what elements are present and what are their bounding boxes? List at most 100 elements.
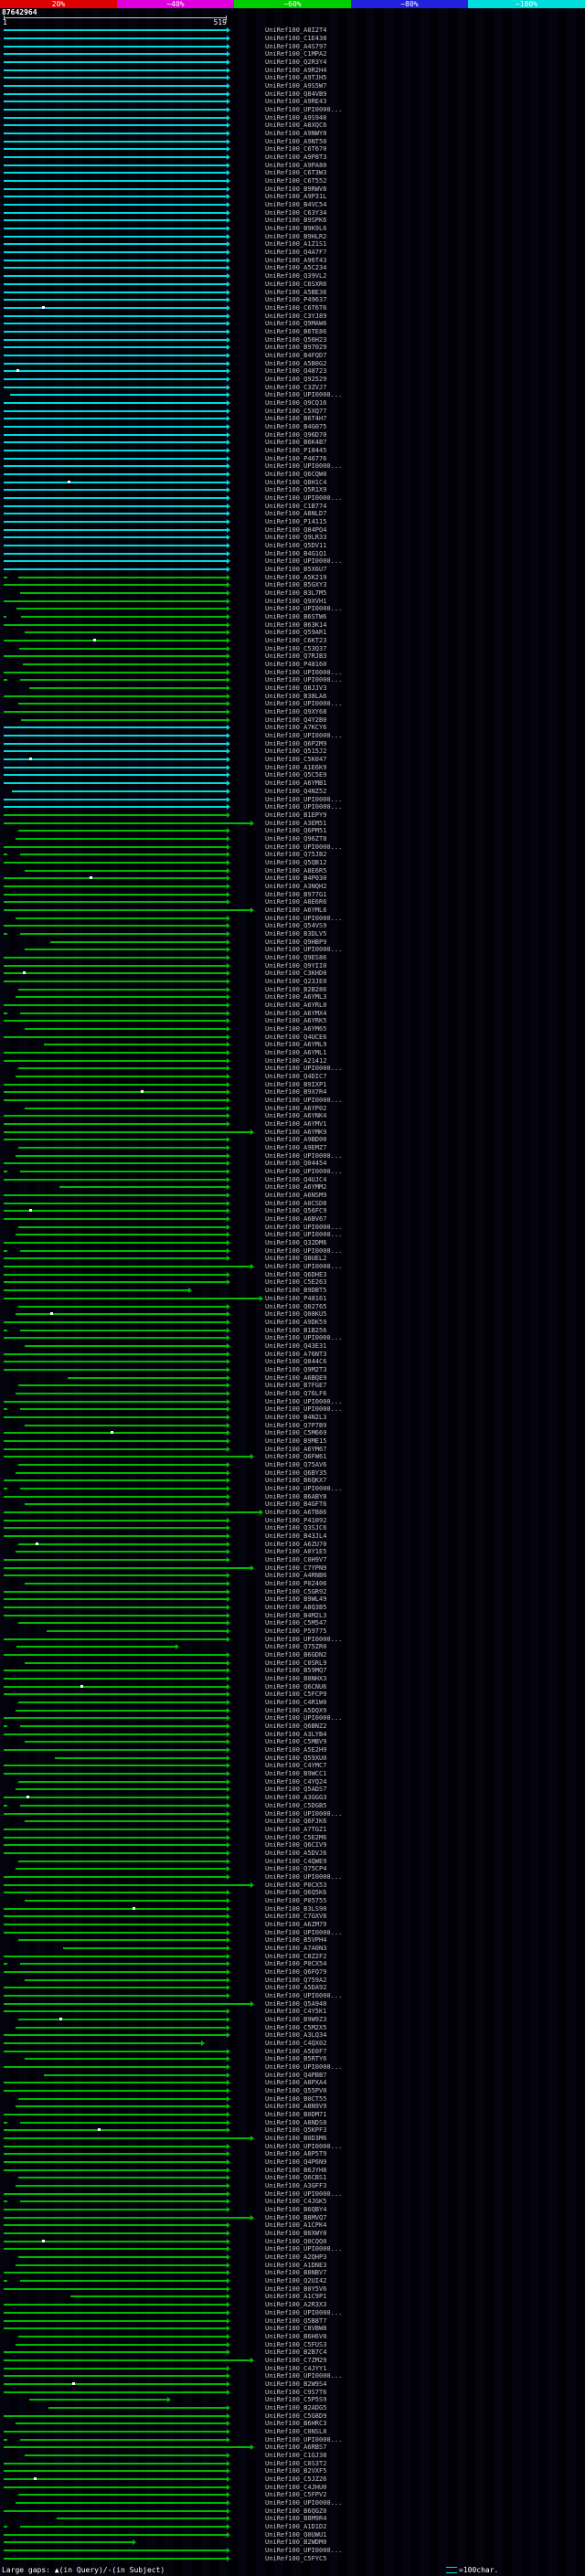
hit-label[interactable]: UniRef100_A6TB86: [265, 1509, 326, 1516]
hit-label[interactable]: UniRef100_Q6DHE3: [265, 1271, 326, 1278]
hit-bar[interactable]: [18, 2016, 230, 2022]
hit-bar[interactable]: [4, 1319, 230, 1325]
hit-bar[interactable]: [15, 1469, 231, 1476]
hit-bar[interactable]: [4, 186, 230, 192]
hit-bar[interactable]: [4, 249, 230, 256]
hit-label[interactable]: UniRef100_B977G1: [265, 891, 326, 898]
hit-label[interactable]: UniRef100_A9PA80: [265, 162, 326, 169]
hit-label[interactable]: UniRef100_B3LS90: [265, 1905, 326, 1913]
hit-bar[interactable]: [4, 748, 230, 755]
hit-bar[interactable]: [4, 36, 230, 41]
hit-label[interactable]: UniRef100_A9TJH5: [265, 74, 326, 81]
hit-label[interactable]: UniRef100_UPI0000...: [265, 1097, 342, 1104]
hit-bar[interactable]: [4, 1430, 230, 1436]
hit-bar[interactable]: [4, 1161, 230, 1167]
hit-bar[interactable]: [4, 321, 230, 327]
hit-label[interactable]: UniRef100_A9RE43: [265, 98, 326, 105]
hit-label[interactable]: UniRef100_B9IXP1: [265, 1081, 326, 1088]
hit-bar[interactable]: [4, 1676, 230, 1682]
hit-label[interactable]: UniRef100_C7ZM29: [265, 2357, 326, 2364]
hit-label[interactable]: UniRef100_UPI0000...: [265, 843, 342, 851]
hit-bar[interactable]: [20, 2278, 230, 2284]
hit-label[interactable]: UniRef100_UPI0000...: [265, 2372, 342, 2380]
hit-label[interactable]: UniRef100_A9R2H4: [265, 67, 326, 74]
hit-label[interactable]: UniRef100_UPI0000...: [265, 700, 342, 707]
hit-label[interactable]: UniRef100_A8E6R5: [265, 867, 326, 875]
hit-bar[interactable]: [4, 345, 230, 351]
hit-label[interactable]: UniRef100_B8MVQ7: [265, 2214, 326, 2221]
hit-label[interactable]: UniRef100_Q8H1C4: [265, 479, 326, 486]
hit-label[interactable]: UniRef100_B5GXY3: [265, 581, 326, 588]
hit-label[interactable]: UniRef100_P48161: [265, 1295, 326, 1302]
hit-label[interactable]: UniRef100_Q9ES86: [265, 954, 326, 961]
hit-bar[interactable]: [4, 2326, 230, 2332]
hit-bar[interactable]: [4, 970, 230, 977]
hit-label[interactable]: UniRef100_A5E2H9: [265, 1746, 326, 1754]
hit-bar[interactable]: [4, 384, 230, 390]
hit-bar[interactable]: [4, 1573, 230, 1579]
hit-label[interactable]: UniRef100_Q4PBB7: [265, 2072, 326, 2079]
hit-bar[interactable]: [4, 202, 230, 208]
hit-bar[interactable]: [4, 2032, 230, 2039]
hit-label[interactable]: UniRef100_B0DM71: [265, 2111, 326, 2118]
hit-label[interactable]: UniRef100_B4G1Q1: [265, 550, 326, 557]
hit-bar[interactable]: [4, 1968, 230, 1975]
hit-bar[interactable]: [4, 954, 230, 960]
hit-bar[interactable]: [4, 1279, 230, 1286]
hit-bar[interactable]: [15, 1390, 231, 1396]
hit-bar[interactable]: [4, 313, 230, 319]
hit-bar[interactable]: [20, 2199, 230, 2205]
hit-label[interactable]: UniRef100_B6TE86: [265, 328, 326, 335]
hit-bar[interactable]: [18, 2254, 230, 2261]
hit-bar[interactable]: [18, 1303, 230, 1309]
hit-label[interactable]: UniRef100_B6H6V0: [265, 2333, 326, 2340]
hit-bar[interactable]: [4, 1525, 230, 1532]
hit-bar[interactable]: [4, 503, 230, 509]
hit-label[interactable]: UniRef100_C63Y34: [265, 209, 326, 217]
hit-label[interactable]: UniRef100_B1B256: [265, 1327, 326, 1334]
hit-label[interactable]: UniRef100_UPI0000...: [265, 796, 342, 803]
hit-bar[interactable]: [4, 273, 230, 280]
hit-bar[interactable]: [4, 598, 230, 604]
hit-label[interactable]: UniRef100_A6ZM79: [265, 1921, 326, 1928]
hit-label[interactable]: UniRef100_A6YNK4: [265, 1112, 326, 1119]
hit-bar[interactable]: [25, 2452, 230, 2458]
hit-label[interactable]: UniRef100_Q6CBS1: [265, 2174, 326, 2181]
hit-bar[interactable]: [4, 1113, 230, 1119]
hit-bar[interactable]: [19, 645, 230, 652]
hit-bar[interactable]: [4, 1882, 255, 1888]
hit-label[interactable]: UniRef100_B6GDN2: [265, 1651, 326, 1659]
hit-label[interactable]: UniRef100_A6YM67: [265, 1446, 326, 1453]
hit-label[interactable]: UniRef100_P05755: [265, 1897, 326, 1904]
hit-label[interactable]: UniRef100_Q9LR33: [265, 534, 326, 541]
hit-bar[interactable]: [4, 764, 230, 770]
hit-bar[interactable]: [4, 1050, 230, 1055]
hit-bar[interactable]: [4, 962, 230, 969]
hit-label[interactable]: UniRef100_B5RTY6: [265, 2055, 326, 2062]
hit-bar[interactable]: [15, 2499, 231, 2506]
hit-bar[interactable]: [15, 2421, 231, 2427]
hit-bar[interactable]: [4, 2468, 230, 2475]
hit-label[interactable]: UniRef100_Q92529: [265, 376, 326, 383]
hit-label[interactable]: UniRef100_C1E438: [265, 35, 326, 42]
hit-label[interactable]: UniRef100_Q59XU0: [265, 1754, 326, 1762]
hit-bar[interactable]: [25, 1105, 230, 1111]
hit-label[interactable]: UniRef100_Q2UI42: [265, 2277, 326, 2284]
hit-label[interactable]: UniRef100_Q4UCE6: [265, 1034, 326, 1041]
hit-label[interactable]: UniRef100_P49637: [265, 296, 326, 303]
hit-bar[interactable]: [25, 2056, 230, 2062]
hit-bar[interactable]: [4, 725, 230, 731]
hit-bar[interactable]: [4, 1985, 230, 1991]
hit-label[interactable]: UniRef100_UPI0000...: [265, 676, 342, 684]
hit-bar[interactable]: [4, 1795, 230, 1801]
hit-bar[interactable]: [18, 1541, 230, 1547]
hit-bar[interactable]: [4, 162, 230, 168]
hit-label[interactable]: UniRef100_B9K9L6: [265, 225, 326, 232]
hit-label[interactable]: UniRef100_P41092: [265, 1517, 326, 1524]
hit-label[interactable]: UniRef100_A7A0N3: [265, 1945, 326, 1952]
hit-label[interactable]: UniRef100_A8NDS0: [265, 2119, 326, 2126]
hit-bar[interactable]: [4, 1398, 230, 1405]
hit-label[interactable]: UniRef100_Q9YII0: [265, 962, 326, 970]
hit-bar[interactable]: [4, 891, 230, 897]
hit-bar[interactable]: [4, 416, 230, 422]
